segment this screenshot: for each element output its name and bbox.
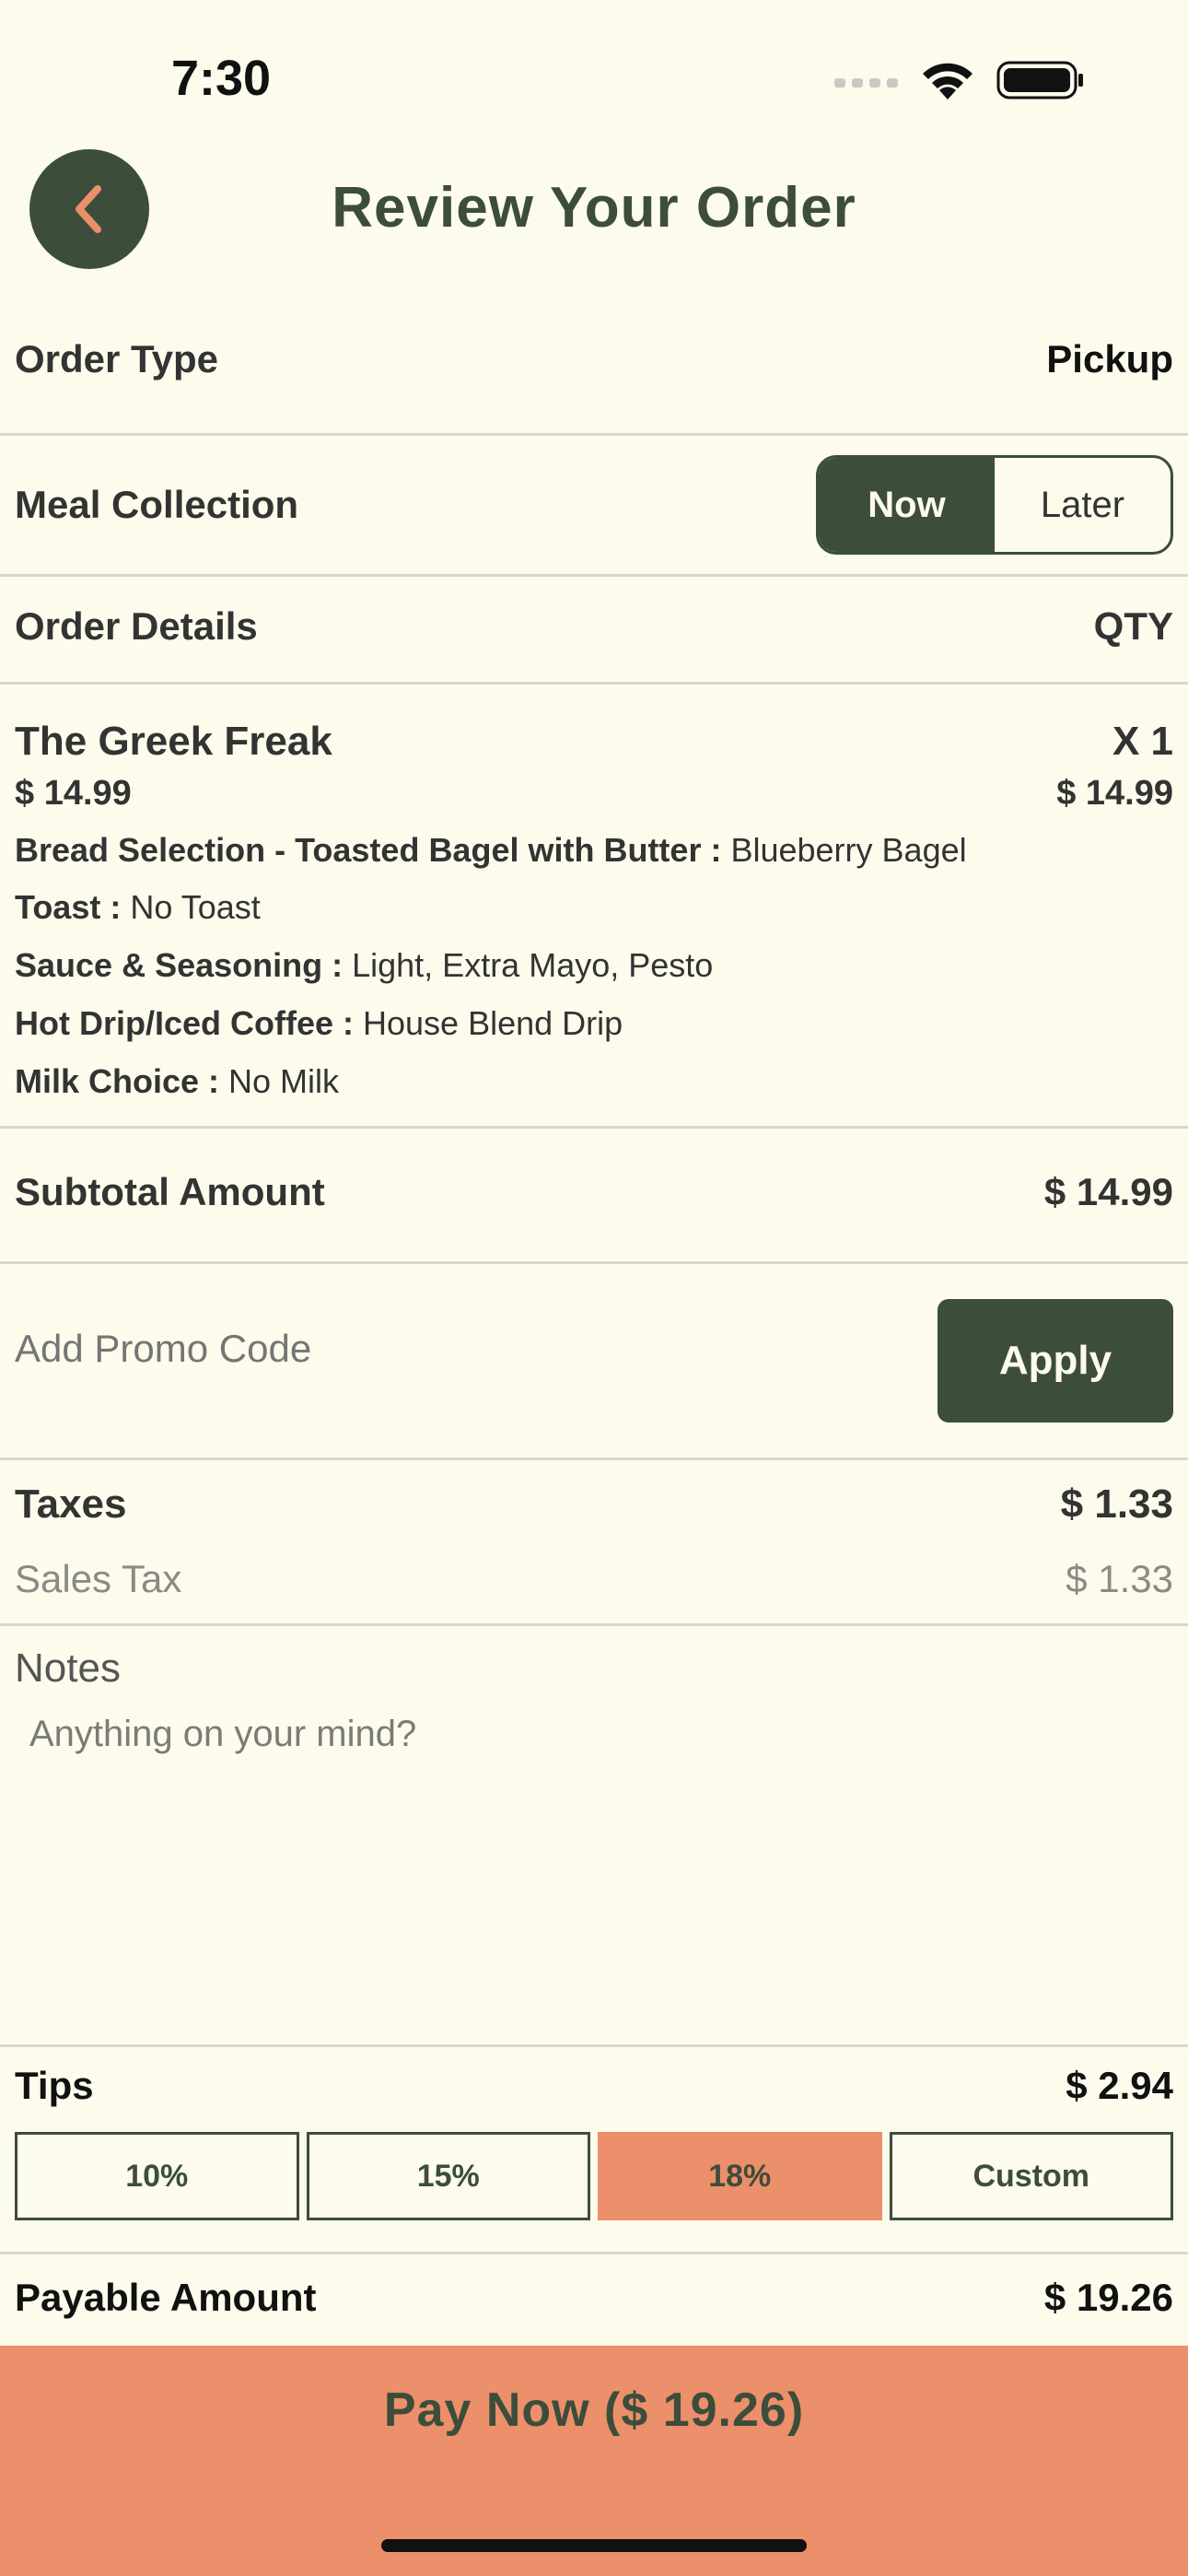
pay-now-label[interactable]: Pay Now ($ 19.26)	[0, 2383, 1188, 2438]
modifier-line: Bread Selection - Toasted Bagel with But…	[15, 831, 967, 870]
order-type-value: Pickup	[1046, 337, 1173, 381]
item-name: The Greek Freak	[15, 719, 332, 764]
meal-collection-toggle[interactable]: Now Later	[816, 455, 1173, 555]
wifi-icon	[923, 63, 973, 100]
divider	[0, 2252, 1188, 2254]
status-icons	[834, 59, 1085, 101]
modifier-value: Blueberry Bagel	[721, 831, 967, 869]
qty-label: QTY	[1093, 604, 1173, 648]
page-title: Review Your Order	[332, 176, 856, 240]
tips-value: $ 2.94	[1066, 2064, 1173, 2107]
cellular-signal-icon	[834, 78, 898, 88]
subtotal-row: Subtotal Amount $ 14.99	[15, 1170, 1173, 1214]
tip-options: 10% 15% 18% Custom	[15, 2132, 1173, 2220]
item-price-row: $ 14.99 $ 14.99	[15, 774, 1173, 814]
order-details-label: Order Details	[15, 604, 258, 648]
subtotal-label: Subtotal Amount	[15, 1170, 325, 1213]
divider	[0, 1126, 1188, 1129]
order-details-header: Order Details QTY	[15, 604, 1173, 649]
divider	[0, 433, 1188, 436]
sales-tax-label: Sales Tax	[15, 1557, 182, 1600]
sales-tax-row: Sales Tax $ 1.33	[15, 1557, 1173, 1601]
status-time: 7:30	[171, 51, 272, 106]
divider	[0, 574, 1188, 577]
modifier-key: Toast :	[15, 888, 122, 926]
item-unit-price: $ 14.99	[15, 774, 132, 813]
divider	[0, 2044, 1188, 2047]
apply-button[interactable]: Apply	[938, 1299, 1173, 1423]
item-name-row: The Greek Freak X 1	[15, 719, 1173, 765]
tip-option-15[interactable]: 15%	[306, 2132, 590, 2220]
modifier-value: No Toast	[121, 888, 261, 926]
divider	[0, 1261, 1188, 1264]
tip-option-custom[interactable]: Custom	[889, 2132, 1173, 2220]
meal-collection-row: Meal Collection Now Later	[15, 455, 1173, 555]
notes-label: Notes	[15, 1645, 121, 1691]
modifier-key: Milk Choice :	[15, 1062, 220, 1100]
notes-textarea[interactable]: Anything on your mind?	[15, 1714, 1173, 2027]
divider	[0, 1458, 1188, 1460]
taxes-label: Taxes	[15, 1481, 127, 1527]
tip-option-18[interactable]: 18%	[598, 2132, 882, 2220]
subtotal-value: $ 14.99	[1043, 1170, 1173, 1213]
meal-collection-label: Meal Collection	[15, 483, 299, 526]
notes-placeholder: Anything on your mind?	[29, 1714, 417, 1754]
modifier-line: Sauce & Seasoning : Light, Extra Mayo, P…	[15, 946, 713, 985]
home-indicator	[381, 2539, 807, 2552]
taxes-value: $ 1.33	[1060, 1481, 1173, 1527]
order-type-row: Order Type Pickup	[15, 337, 1173, 381]
modifier-key: Hot Drip/Iced Coffee :	[15, 1004, 355, 1042]
modifier-key: Bread Selection - Toasted Bagel with But…	[15, 831, 722, 869]
payable-row: Payable Amount $ 19.26	[15, 2276, 1173, 2320]
divider	[0, 1623, 1188, 1626]
item-qty: X 1	[1112, 719, 1173, 764]
promo-code-input[interactable]	[15, 1327, 899, 1371]
now-option[interactable]: Now	[819, 458, 995, 552]
modifier-line: Hot Drip/Iced Coffee : House Blend Drip	[15, 1004, 623, 1043]
tips-label: Tips	[15, 2064, 94, 2107]
modifier-value: Light, Extra Mayo, Pesto	[343, 946, 714, 984]
modifier-line: Milk Choice : No Milk	[15, 1062, 339, 1101]
later-option[interactable]: Later	[995, 458, 1171, 552]
modifier-line: Toast : No Toast	[15, 888, 261, 927]
modifier-key: Sauce & Seasoning :	[15, 946, 344, 984]
taxes-row: Taxes $ 1.33	[15, 1481, 1173, 1528]
battery-icon	[996, 61, 1083, 100]
divider	[0, 682, 1188, 685]
modifier-value: No Milk	[219, 1062, 340, 1100]
payable-value: $ 19.26	[1043, 2276, 1173, 2319]
item-line-total: $ 14.99	[1056, 774, 1173, 813]
order-type-label: Order Type	[15, 337, 218, 381]
modifier-value: House Blend Drip	[354, 1004, 623, 1042]
tip-option-10[interactable]: 10%	[15, 2132, 299, 2220]
payable-label: Payable Amount	[15, 2276, 317, 2319]
tips-row: Tips $ 2.94	[15, 2064, 1173, 2108]
sales-tax-value: $ 1.33	[1066, 1557, 1173, 1600]
